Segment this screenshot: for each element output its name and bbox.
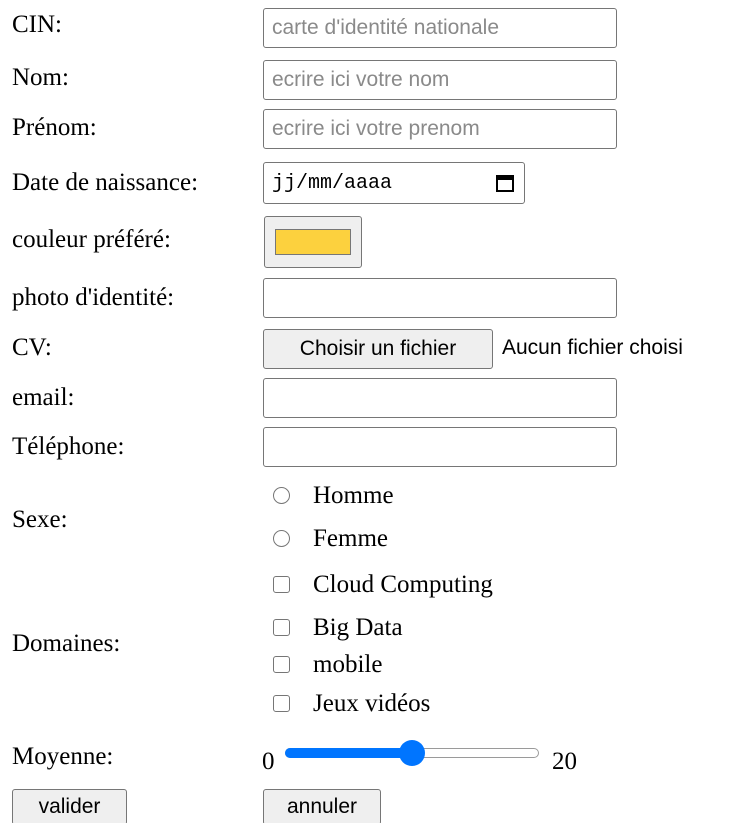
couleur-label: couleur préféré: — [12, 226, 171, 253]
cin-placeholder: carte d'identité nationale — [272, 16, 500, 39]
moyenne-label: Moyenne: — [12, 743, 114, 770]
checkbox-cloud-label: Cloud Computing — [313, 571, 493, 598]
photo-label: photo d'identité: — [12, 284, 175, 311]
email-label: email: — [12, 384, 75, 411]
slider-min-label: 0 — [262, 748, 275, 775]
date-input[interactable]: jj/mm/aaaa — [263, 162, 525, 204]
prenom-label: Prénom: — [12, 114, 97, 141]
choose-file-button[interactable]: Choisir un fichier — [263, 329, 493, 369]
cin-label: CIN: — [12, 11, 62, 38]
domaines-label: Domaines: — [12, 630, 121, 657]
color-swatch — [275, 229, 351, 255]
file-status: Aucun fichier choisi — [502, 336, 683, 359]
cin-input[interactable]: carte d'identité nationale — [263, 8, 617, 48]
checkbox-mobile[interactable] — [273, 656, 290, 673]
naissance-label: Date de naissance: — [12, 169, 199, 196]
telephone-input[interactable] — [263, 427, 617, 467]
prenom-input[interactable]: ecrire ici votre prenom — [263, 109, 617, 149]
checkbox-jeux[interactable] — [273, 695, 290, 712]
slider-thumb[interactable] — [399, 740, 425, 766]
photo-input[interactable] — [263, 278, 617, 318]
cv-label: CV: — [12, 334, 52, 361]
checkbox-bigdata-label: Big Data — [313, 614, 403, 641]
radio-femme[interactable] — [273, 530, 290, 547]
date-value: jj/mm/aaaa — [272, 171, 393, 195]
telephone-label: Téléphone: — [12, 433, 125, 460]
checkbox-cloud[interactable] — [273, 576, 290, 593]
sexe-label: Sexe: — [12, 506, 68, 533]
nom-placeholder: ecrire ici votre nom — [272, 68, 450, 91]
moyenne-slider[interactable] — [285, 740, 539, 766]
radio-homme[interactable] — [273, 487, 290, 504]
prenom-placeholder: ecrire ici votre prenom — [272, 117, 480, 140]
valider-button[interactable]: valider — [12, 789, 127, 823]
email-input[interactable] — [263, 378, 617, 418]
annuler-button[interactable]: annuler — [263, 789, 381, 823]
color-picker[interactable] — [264, 216, 362, 268]
calendar-icon[interactable] — [494, 172, 516, 194]
nom-input[interactable]: ecrire ici votre nom — [263, 60, 617, 100]
nom-label: Nom: — [12, 64, 69, 91]
slider-max-label: 20 — [552, 748, 577, 775]
checkbox-bigdata[interactable] — [273, 619, 290, 636]
radio-homme-label: Homme — [313, 482, 394, 509]
radio-femme-label: Femme — [313, 525, 388, 552]
checkbox-mobile-label: mobile — [313, 651, 383, 678]
slider-fill — [285, 748, 412, 758]
checkbox-jeux-label: Jeux vidéos — [313, 690, 431, 717]
